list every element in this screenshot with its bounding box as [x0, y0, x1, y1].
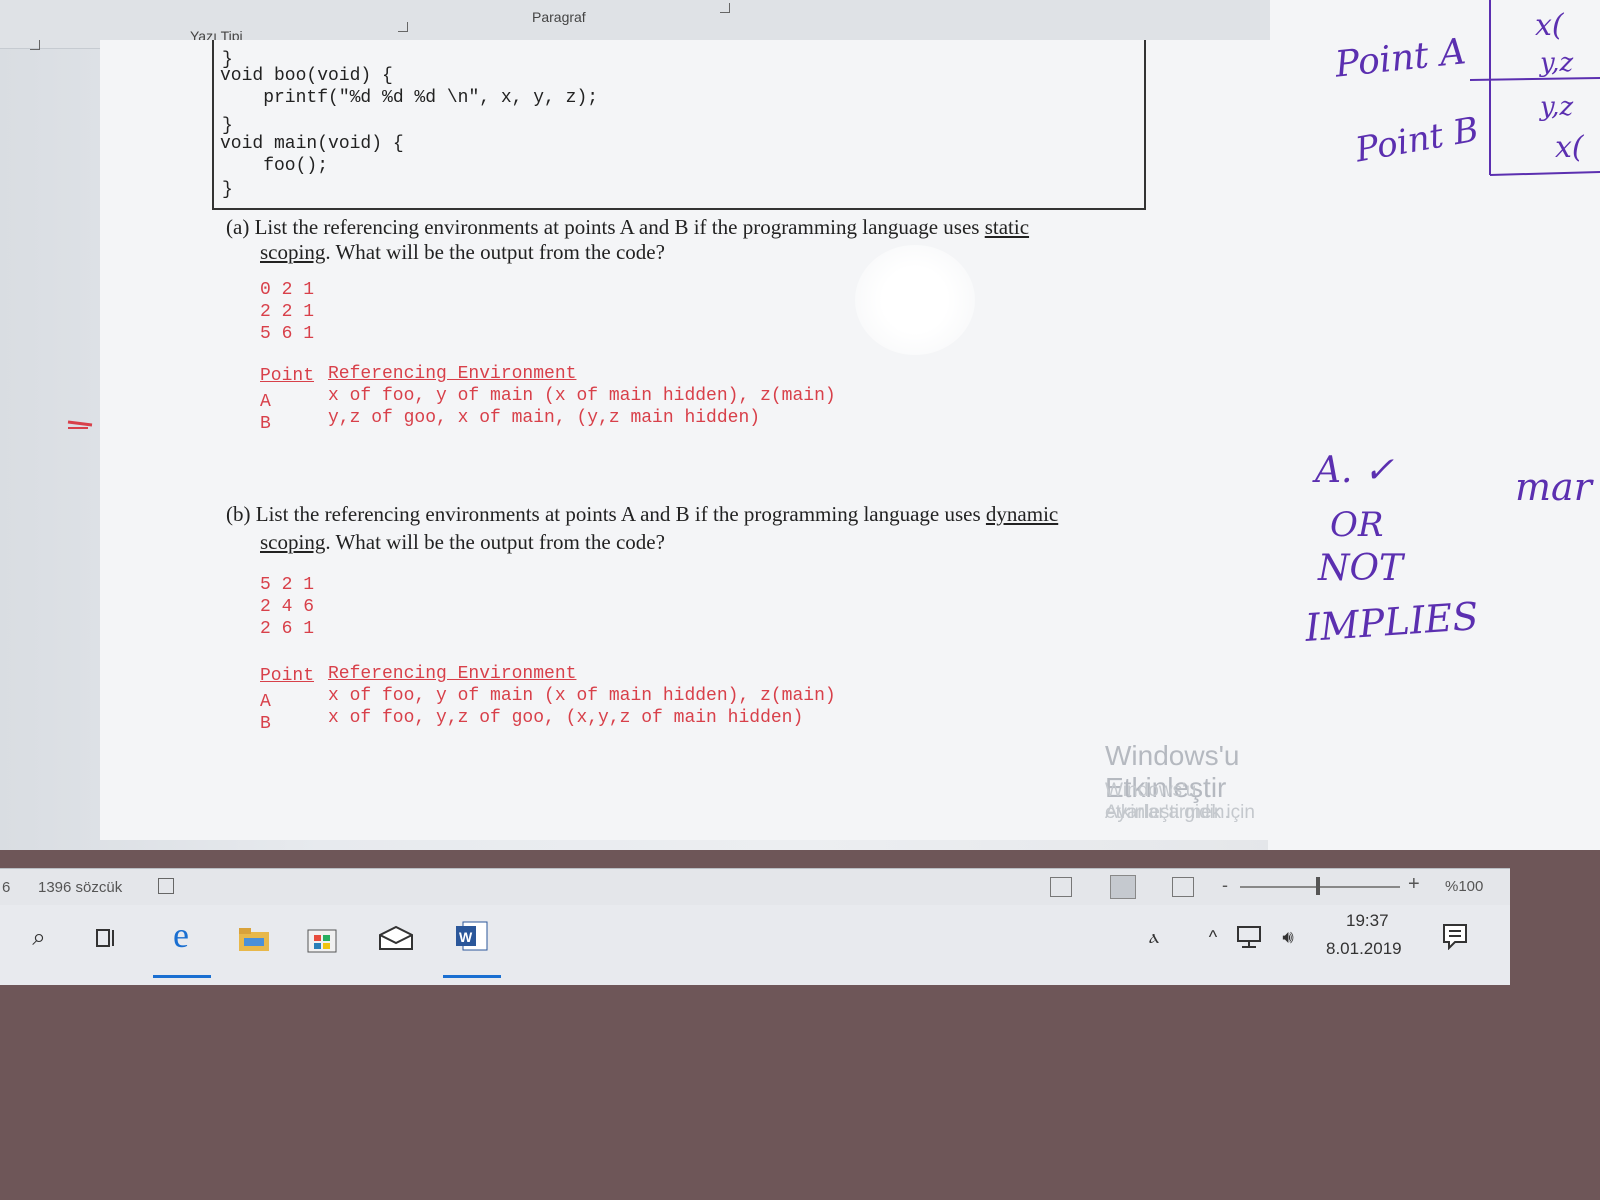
page-indicator[interactable]: 6 [2, 879, 10, 896]
handwriting-cell: y,z [1540, 48, 1574, 78]
proofing-icon[interactable] [158, 878, 174, 894]
task-view-icon[interactable] [92, 923, 122, 953]
handwriting-mar: mar [1515, 465, 1592, 509]
edge-active-indicator [153, 975, 211, 978]
word-active-indicator [443, 975, 501, 978]
zoom-slider-thumb[interactable] [1316, 877, 1320, 895]
chevron-up-icon[interactable]: ^ [1202, 923, 1224, 951]
network-icon[interactable] [1234, 923, 1264, 951]
word-count[interactable]: 1396 sözcük [38, 879, 122, 896]
svg-text:W: W [459, 929, 473, 945]
people-icon[interactable]: ⲁ [1140, 923, 1168, 951]
read-mode-icon[interactable] [1050, 877, 1072, 897]
handwriting-cell: x( [1555, 130, 1584, 165]
mail-icon[interactable] [378, 923, 414, 953]
store-icon[interactable] [305, 921, 339, 955]
word-status-bar: 6 1396 sözcük - + %100 [0, 868, 1510, 905]
whiteboard-lines [67, 0, 1600, 429]
handwriting-cell: y,z [1540, 92, 1574, 122]
notification-icon[interactable] [1440, 921, 1470, 951]
word-icon[interactable]: W [454, 919, 490, 953]
volume-icon[interactable]: 🔊︎ [1272, 923, 1304, 951]
zoom-level[interactable]: %100 [1445, 878, 1483, 895]
zoom-out-icon[interactable]: - [1222, 875, 1228, 896]
edge-icon[interactable]: e [163, 915, 199, 955]
projected-screen: Yazı Tipi Paragraf } void boo(void) { pr… [0, 0, 1600, 850]
handwriting-a-mark: A. ✓ [1315, 450, 1395, 491]
print-layout-icon[interactable] [1110, 875, 1136, 899]
clock-date[interactable]: 8.01.2019 [1326, 939, 1402, 959]
zoom-in-icon[interactable]: + [1408, 873, 1420, 896]
handwriting-or: OR [1330, 505, 1384, 545]
web-layout-icon[interactable] [1172, 877, 1194, 897]
windows-taskbar: ⌕ e W ⲁ ^ 🔊︎ 19:37 8.01.2019 [0, 905, 1510, 985]
handwriting-not: NOT [1318, 548, 1404, 589]
zoom-slider[interactable] [1240, 886, 1400, 888]
handwriting-cell: x( [1535, 8, 1564, 43]
file-explorer-icon[interactable] [238, 925, 270, 953]
search-icon[interactable]: ⌕ [24, 923, 54, 953]
clock-time[interactable]: 19:37 [1346, 911, 1389, 931]
